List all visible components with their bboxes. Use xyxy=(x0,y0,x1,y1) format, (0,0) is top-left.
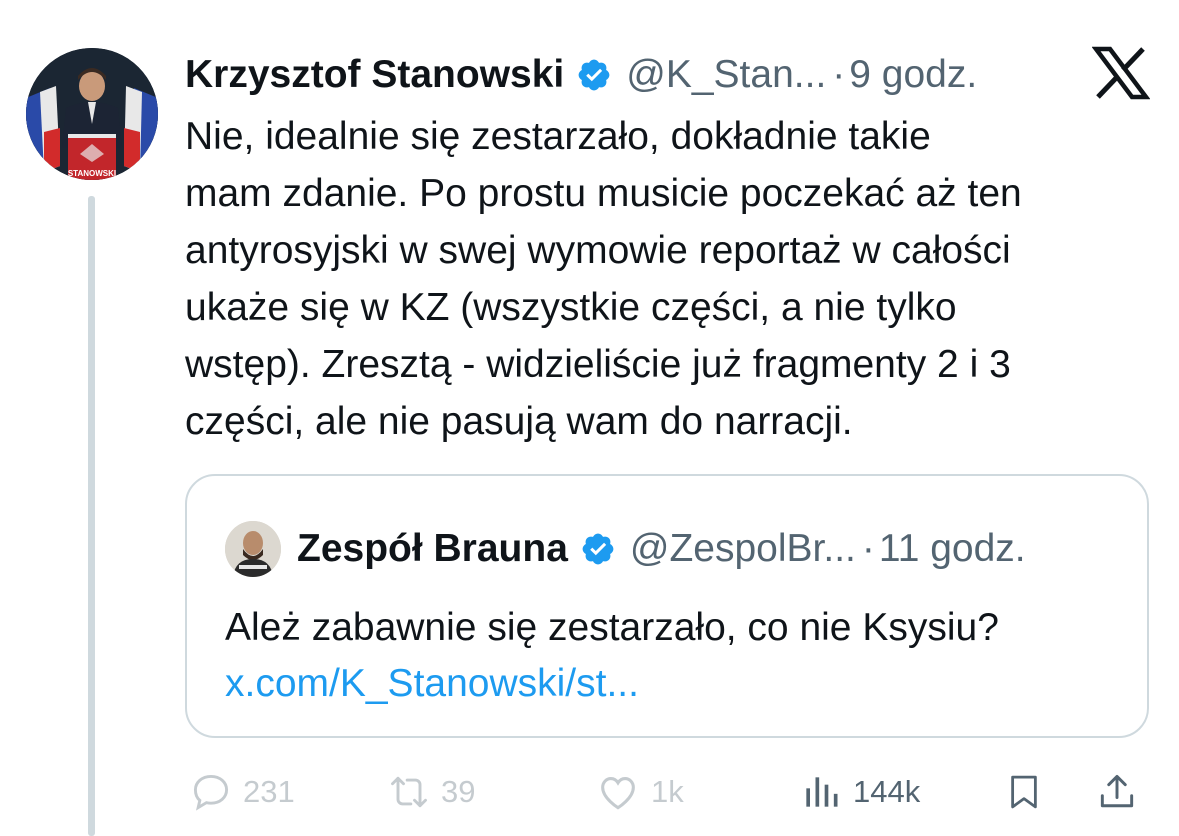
tweet-text-line: części, ale nie pasują wam do narracji. xyxy=(185,400,853,443)
views-icon xyxy=(806,777,838,807)
bookmark-icon xyxy=(1011,775,1037,809)
tweet-time[interactable]: 9 godz. xyxy=(849,53,977,97)
x-logo-icon xyxy=(1091,46,1151,100)
avatar-image: STANOWSKI xyxy=(26,48,158,180)
action-bar: 231 39 1k 144k xyxy=(185,762,1155,822)
quoted-tweet[interactable]: Zespół Brauna @ZespolBr... · 11 godz. Al… xyxy=(185,474,1149,738)
share-icon xyxy=(1100,774,1134,808)
quoted-tweet-time[interactable]: 11 godz. xyxy=(879,527,1026,571)
quoted-tweet-header: Zespół Brauna @ZespolBr... · 11 godz. xyxy=(225,520,1026,578)
tweet-text-line: mam zdanie. Po prostu musicie poczekać a… xyxy=(185,172,1022,215)
quoted-tweet-text: Ależ zabawnie się zestarzało, co nie Ksy… xyxy=(225,606,999,649)
tweet-text-line: wstęp). Zresztą - widzieliście już fragm… xyxy=(185,343,1011,386)
share-button[interactable] xyxy=(1095,762,1139,822)
avatar-caption: STANOWSKI xyxy=(68,169,116,178)
author-handle[interactable]: @K_Stan... xyxy=(626,53,826,97)
quoted-author-avatar[interactable] xyxy=(225,521,281,577)
views-count: 144k xyxy=(853,774,921,809)
repost-icon xyxy=(391,776,427,808)
repost-count: 39 xyxy=(441,774,476,809)
like-icon xyxy=(601,777,635,810)
repost-button[interactable]: 39 xyxy=(387,762,475,822)
tweet-header: Krzysztof Stanowski @K_Stan... · 9 godz. xyxy=(185,50,1075,100)
reply-count: 231 xyxy=(243,774,295,809)
reply-icon xyxy=(193,774,229,811)
verified-badge-icon xyxy=(580,531,616,567)
verified-badge-icon xyxy=(576,57,612,93)
quoted-author-name[interactable]: Zespół Brauna xyxy=(297,527,568,571)
like-count: 1k xyxy=(651,774,684,809)
thread-line xyxy=(88,196,95,836)
separator-dot: · xyxy=(861,527,875,570)
views-button[interactable]: 144k xyxy=(799,762,920,822)
tweet-text-line: antyrosyjski w swej wymowie reportaż w c… xyxy=(185,229,1011,272)
tweet-text: Nie, idealnie się zestarzało, dokładnie … xyxy=(185,108,1160,450)
quoted-tweet-link[interactable]: x.com/K_Stanowski/st... xyxy=(225,656,639,712)
separator-dot: · xyxy=(832,53,846,96)
tweet-text-line: ukaże się w KZ (wszystkie części, a nie … xyxy=(185,286,957,329)
reply-button[interactable]: 231 xyxy=(189,762,295,822)
quoted-author-handle[interactable]: @ZespolBr... xyxy=(630,527,856,571)
author-name[interactable]: Krzysztof Stanowski xyxy=(185,53,564,97)
author-avatar[interactable]: STANOWSKI xyxy=(26,48,158,180)
tweet-text-line: Nie, idealnie się zestarzało, dokładnie … xyxy=(185,115,931,158)
like-button[interactable]: 1k xyxy=(595,762,684,822)
bookmark-button[interactable] xyxy=(1003,762,1045,822)
